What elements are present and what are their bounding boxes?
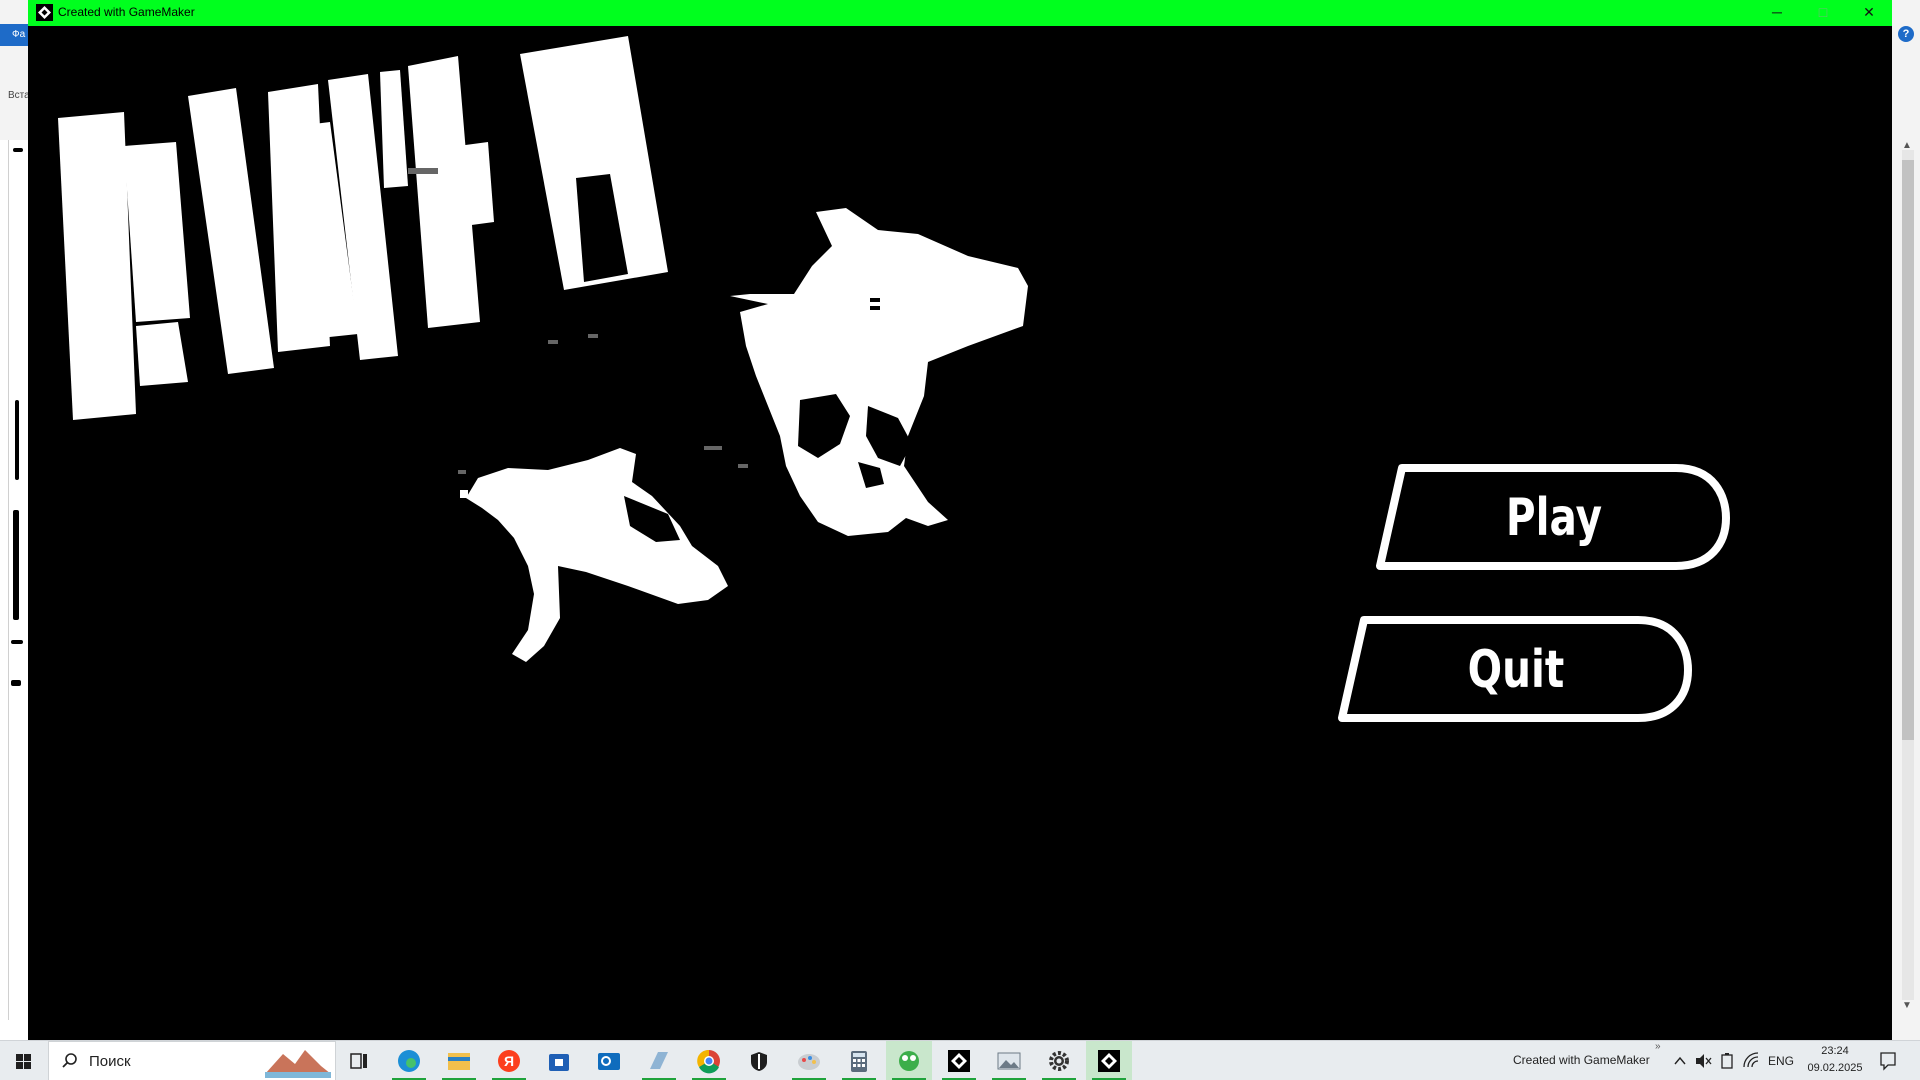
tray-running-app-label[interactable]: Created with GameMaker	[1513, 1053, 1650, 1080]
folder-icon	[448, 1053, 470, 1070]
task-view-icon	[350, 1053, 367, 1069]
wifi-icon[interactable]	[1742, 1041, 1760, 1080]
volume-muted-icon[interactable]	[1694, 1041, 1712, 1080]
help-icon[interactable]: ?	[1898, 26, 1914, 42]
game-canvas[interactable]: Play Quit	[28, 26, 1892, 1040]
taskbar-clock[interactable]: 23:24 09.02.2025	[1806, 1043, 1864, 1077]
start-button[interactable]	[0, 1041, 48, 1080]
gamemaker-icon	[948, 1050, 970, 1072]
outlook-icon	[598, 1053, 620, 1070]
notifications-icon[interactable]	[1876, 1041, 1900, 1080]
windows-icon	[16, 1054, 31, 1069]
taskbar-calculator[interactable]	[836, 1041, 882, 1080]
store-icon	[549, 1054, 569, 1071]
background-app-document	[8, 140, 28, 1020]
taskbar-security[interactable]	[736, 1041, 782, 1080]
chevron-up-icon[interactable]	[1672, 1041, 1688, 1080]
taskbar-store[interactable]	[536, 1041, 582, 1080]
minimize-button[interactable]: ─	[1754, 0, 1800, 26]
taskbar-game-app[interactable]	[886, 1041, 932, 1080]
search-placeholder: Поиск	[89, 1053, 131, 1070]
taskbar-edge[interactable]	[386, 1041, 432, 1080]
game-window: Created with GameMaker ─ □ ✕ Play Quit	[28, 0, 1892, 1040]
background-app-titlebar	[0, 0, 28, 24]
chrome-icon	[697, 1049, 720, 1074]
scroll-down-icon[interactable]: ▼	[1902, 1000, 1912, 1011]
tray-toolbar-chevron[interactable]: »	[1655, 1041, 1661, 1080]
taskbar: Поиск Я Created with GameMaker » ENG 23:…	[0, 1040, 1920, 1080]
taskbar-chrome[interactable]	[686, 1041, 732, 1080]
gamemaker-icon	[1098, 1050, 1120, 1072]
battery-icon[interactable]	[1719, 1041, 1735, 1080]
play-button[interactable]: Play	[1374, 462, 1734, 574]
background-app-ribbon: Вста	[0, 46, 30, 140]
game-creature	[460, 208, 1028, 662]
quit-button[interactable]: Quit	[1336, 614, 1696, 726]
background-app-right: ? ▲ ▼	[1892, 0, 1920, 1040]
close-button[interactable]: ✕	[1846, 0, 1892, 26]
frog-icon	[899, 1051, 919, 1071]
search-highlight-icon	[261, 1044, 333, 1080]
scrollbar-thumb[interactable]	[1902, 160, 1914, 740]
window-title: Created with GameMaker	[58, 5, 195, 19]
taskbar-gamemaker-runner[interactable]	[1086, 1041, 1132, 1080]
search-icon	[62, 1053, 77, 1068]
svg-text:Я: Я	[504, 1053, 514, 1069]
quit-button-label: Quit	[1467, 640, 1565, 700]
scroll-up-icon[interactable]: ▲	[1902, 140, 1912, 151]
yandex-icon: Я	[498, 1050, 520, 1072]
shield-icon	[751, 1052, 767, 1071]
gamemaker-icon	[36, 4, 53, 21]
background-app-file-tab[interactable]: Фа	[0, 24, 28, 46]
window-titlebar[interactable]: Created with GameMaker ─ □ ✕	[28, 0, 1892, 26]
taskbar-notes[interactable]	[636, 1041, 682, 1080]
taskbar-task-view[interactable]	[336, 1041, 382, 1080]
gear-icon	[1049, 1051, 1069, 1071]
taskbar-yandex[interactable]: Я	[486, 1041, 532, 1080]
clock-time: 23:24	[1821, 1045, 1849, 1057]
taskbar-outlook[interactable]	[586, 1041, 632, 1080]
maximize-button[interactable]: □	[1800, 0, 1846, 26]
notes-icon	[650, 1052, 668, 1069]
screen: Фа Вста ? ▲ ▼ Created with GameMaker ─ □…	[0, 0, 1920, 1080]
taskbar-gamemaker[interactable]	[936, 1041, 982, 1080]
taskbar-photos[interactable]	[986, 1041, 1032, 1080]
taskbar-settings[interactable]	[1036, 1041, 1082, 1080]
game-logo	[58, 36, 668, 420]
ribbon-paste-label[interactable]: Вста	[8, 90, 30, 101]
calculator-icon	[851, 1051, 867, 1072]
file-tab-label: Фа	[12, 29, 26, 40]
photos-icon	[997, 1052, 1021, 1070]
taskbar-file-explorer[interactable]	[436, 1041, 482, 1080]
clock-date: 09.02.2025	[1807, 1062, 1863, 1074]
language-indicator[interactable]: ENG	[1768, 1054, 1794, 1080]
taskbar-search[interactable]: Поиск	[48, 1041, 336, 1080]
edge-icon	[398, 1050, 420, 1072]
taskbar-paint[interactable]	[786, 1041, 832, 1080]
play-button-label: Play	[1505, 488, 1603, 548]
paint-icon	[798, 1054, 820, 1070]
